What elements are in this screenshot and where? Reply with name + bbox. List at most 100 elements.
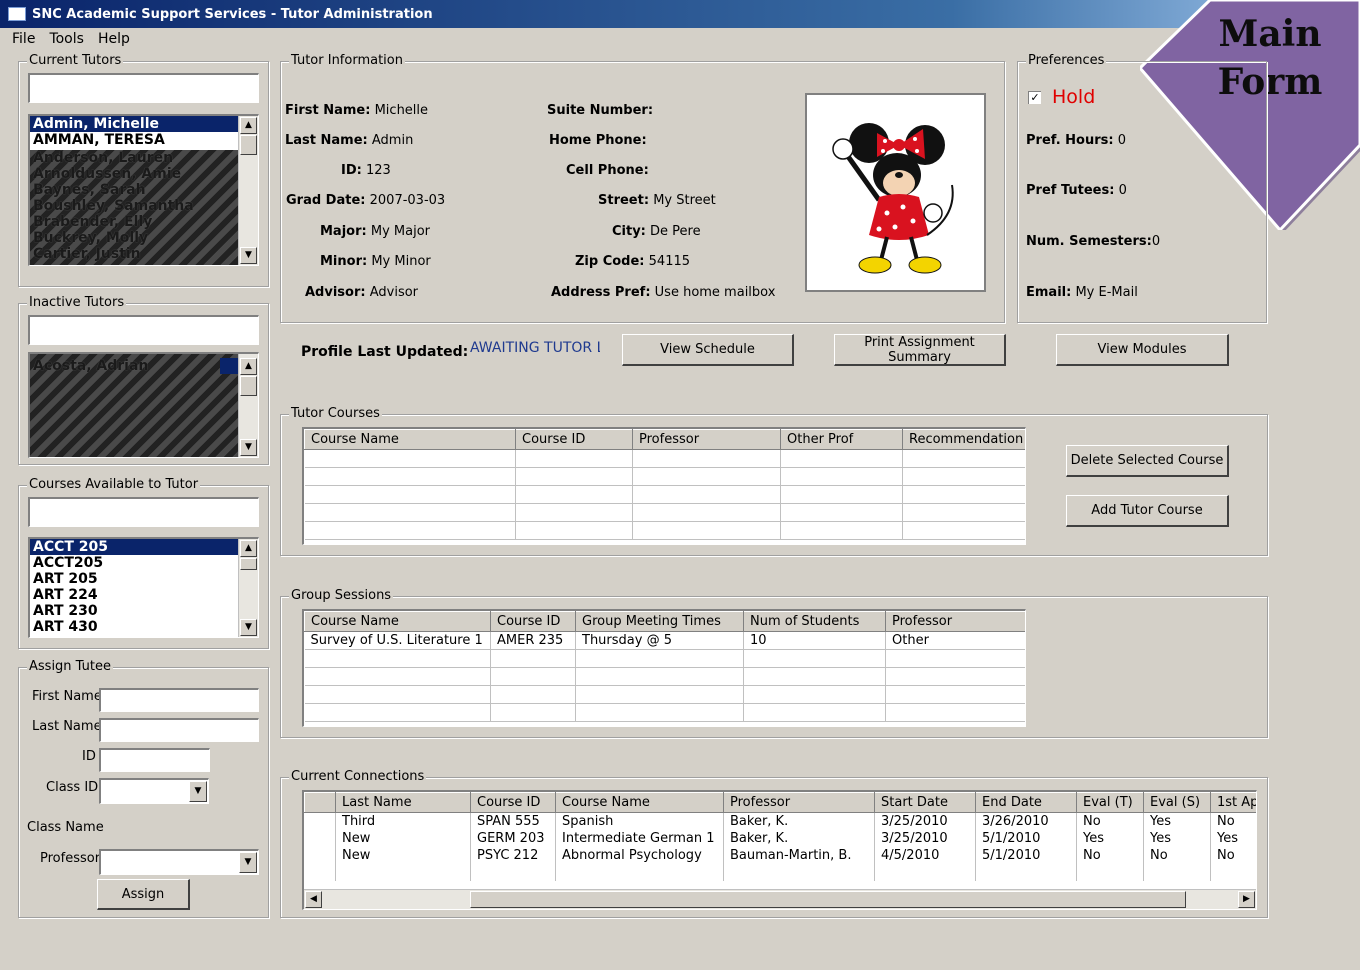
table-row[interactable]: Survey of U.S. Literature 1 AMER 235 Thu… xyxy=(304,631,1025,650)
column-header[interactable]: Group Meeting Times xyxy=(575,611,744,632)
vertical-scrollbar[interactable]: ▲ ▼ xyxy=(238,116,258,265)
list-item[interactable]: Anderson, Lauren xyxy=(30,150,238,166)
table-cell: Yes xyxy=(1210,829,1256,847)
column-header[interactable]: Course ID xyxy=(515,429,633,450)
tutor-photo xyxy=(805,93,986,292)
inactive-tutors-search[interactable] xyxy=(28,315,259,345)
column-header[interactable]: Course Name xyxy=(304,611,491,632)
table-row[interactable] xyxy=(304,521,1025,540)
current-connections-table[interactable]: Last Name Course ID Course Name Professo… xyxy=(302,790,1257,910)
column-header[interactable]: Num of Students xyxy=(743,611,886,632)
scroll-down-icon[interactable]: ▼ xyxy=(240,439,257,456)
scroll-thumb[interactable] xyxy=(240,376,257,396)
scroll-thumb[interactable] xyxy=(470,891,1186,908)
list-item[interactable]: Acosta, Adrian xyxy=(30,358,238,374)
table-row[interactable]: New PSYC 212 Abnormal Psychology Bauman-… xyxy=(304,846,1256,864)
scroll-left-icon[interactable]: ◀ xyxy=(305,891,322,908)
list-item[interactable]: ACCT 205 xyxy=(30,539,238,555)
tutee-last-name-input[interactable] xyxy=(99,718,259,742)
vertical-scrollbar[interactable]: ▲ ▼ xyxy=(238,354,258,457)
column-header[interactable] xyxy=(304,792,336,813)
scroll-thumb[interactable] xyxy=(240,135,257,155)
table-row[interactable] xyxy=(304,703,1025,722)
print-assignment-summary-button[interactable]: Print Assignment Summary xyxy=(834,334,1006,366)
view-schedule-button[interactable]: View Schedule xyxy=(622,334,794,366)
list-item[interactable]: Boushley, Samantha xyxy=(30,198,238,214)
table-row[interactable] xyxy=(304,449,1025,468)
professor-label: Professor xyxy=(40,851,101,866)
assign-button[interactable]: Assign xyxy=(97,879,190,910)
column-header[interactable]: Recommendation xyxy=(902,429,1025,450)
list-item[interactable]: Admin, Michelle xyxy=(30,116,238,132)
column-header[interactable]: Start Date xyxy=(874,792,976,813)
column-header[interactable]: Course Name xyxy=(555,792,724,813)
class-id-select[interactable]: ▼ xyxy=(99,778,209,804)
menu-file[interactable]: File xyxy=(12,31,35,47)
column-header[interactable]: Professor xyxy=(632,429,781,450)
view-modules-button[interactable]: View Modules xyxy=(1056,334,1229,366)
scroll-right-icon[interactable]: ▶ xyxy=(1238,891,1255,908)
table-row[interactable] xyxy=(304,667,1025,686)
list-item[interactable]: ART 205 xyxy=(30,571,258,587)
menu-tools[interactable]: Tools xyxy=(49,31,84,47)
tutee-first-name-input[interactable] xyxy=(99,688,259,712)
table-row[interactable] xyxy=(304,503,1025,522)
table-cell: AMER 235 xyxy=(490,631,576,650)
scroll-down-icon[interactable]: ▼ xyxy=(240,247,257,264)
scroll-thumb[interactable] xyxy=(240,558,257,570)
column-header[interactable]: Course ID xyxy=(470,792,556,813)
table-row[interactable] xyxy=(304,467,1025,486)
list-item[interactable]: Brabender, Elly xyxy=(30,214,238,230)
table-row[interactable] xyxy=(304,649,1025,668)
list-item[interactable]: ART 230 xyxy=(30,603,258,619)
professor-select[interactable]: ▼ xyxy=(99,849,259,875)
current-tutors-search[interactable] xyxy=(28,73,259,103)
column-header[interactable]: Course ID xyxy=(490,611,576,632)
table-cell xyxy=(304,829,336,847)
list-item[interactable]: AMMAN, TERESA xyxy=(30,132,258,148)
column-header[interactable]: Professor xyxy=(723,792,875,813)
current-tutors-list[interactable]: Admin, Michelle AMMAN, TERESA Anderson, … xyxy=(28,114,259,266)
column-header[interactable]: Last Name xyxy=(335,792,471,813)
list-item[interactable]: Cartier, Justin xyxy=(30,246,238,262)
scroll-down-icon[interactable]: ▼ xyxy=(240,619,257,636)
courses-available-list[interactable]: ACCT 205 ACCT205 ART 205 ART 224 ART 230… xyxy=(28,537,259,638)
scroll-up-icon[interactable]: ▲ xyxy=(240,117,257,134)
list-item[interactable]: ART 224 xyxy=(30,587,258,603)
tutor-courses-table[interactable]: Course Name Course ID Professor Other Pr… xyxy=(302,427,1026,545)
column-header[interactable]: 1st Ap xyxy=(1210,792,1256,813)
list-item[interactable]: ART 430 xyxy=(30,619,258,635)
inactive-tutors-list[interactable]: Acosta, Adrian ▲ ▼ xyxy=(28,352,259,458)
vertical-scrollbar[interactable]: ▲ ▼ xyxy=(238,539,258,637)
table-row[interactable]: Third SPAN 555 Spanish Baker, K. 3/25/20… xyxy=(304,812,1256,830)
column-header[interactable]: Other Prof xyxy=(780,429,903,450)
home-phone-field: Home Phone: xyxy=(549,133,647,148)
table-row[interactable]: New GERM 203 Intermediate German 1 Baker… xyxy=(304,829,1256,847)
list-item[interactable]: Buckrey, Molly xyxy=(30,230,238,246)
column-header[interactable]: Professor xyxy=(885,611,1025,632)
courses-search[interactable] xyxy=(28,497,259,527)
list-item[interactable]: Baynes, Sarah xyxy=(30,182,238,198)
tutee-id-input[interactable] xyxy=(99,748,210,772)
hold-checkbox[interactable]: ✓ xyxy=(1028,91,1041,104)
horizontal-scrollbar[interactable]: ◀ ▶ xyxy=(304,889,1256,909)
column-header[interactable]: End Date xyxy=(975,792,1077,813)
table-row[interactable] xyxy=(304,863,1256,881)
table-row[interactable] xyxy=(304,485,1025,504)
column-header[interactable]: Eval (S) xyxy=(1143,792,1211,813)
table-cell: Third xyxy=(335,812,471,830)
chevron-down-icon[interactable]: ▼ xyxy=(189,781,207,802)
table-cell: GERM 203 xyxy=(470,829,556,847)
delete-selected-course-button[interactable]: Delete Selected Course xyxy=(1066,445,1229,477)
list-item[interactable]: ACCT205 xyxy=(30,555,258,571)
group-sessions-table[interactable]: Course Name Course ID Group Meeting Time… xyxy=(302,609,1026,727)
table-row[interactable] xyxy=(304,685,1025,704)
add-tutor-course-button[interactable]: Add Tutor Course xyxy=(1066,495,1229,527)
menu-help[interactable]: Help xyxy=(98,31,130,47)
chevron-down-icon[interactable]: ▼ xyxy=(239,852,257,873)
scroll-up-icon[interactable]: ▲ xyxy=(240,358,257,375)
column-header[interactable]: Eval (T) xyxy=(1076,792,1144,813)
column-header[interactable]: Course Name xyxy=(304,429,516,450)
scroll-up-icon[interactable]: ▲ xyxy=(240,540,257,557)
list-item[interactable]: Arnoldussen, Amie xyxy=(30,166,238,182)
